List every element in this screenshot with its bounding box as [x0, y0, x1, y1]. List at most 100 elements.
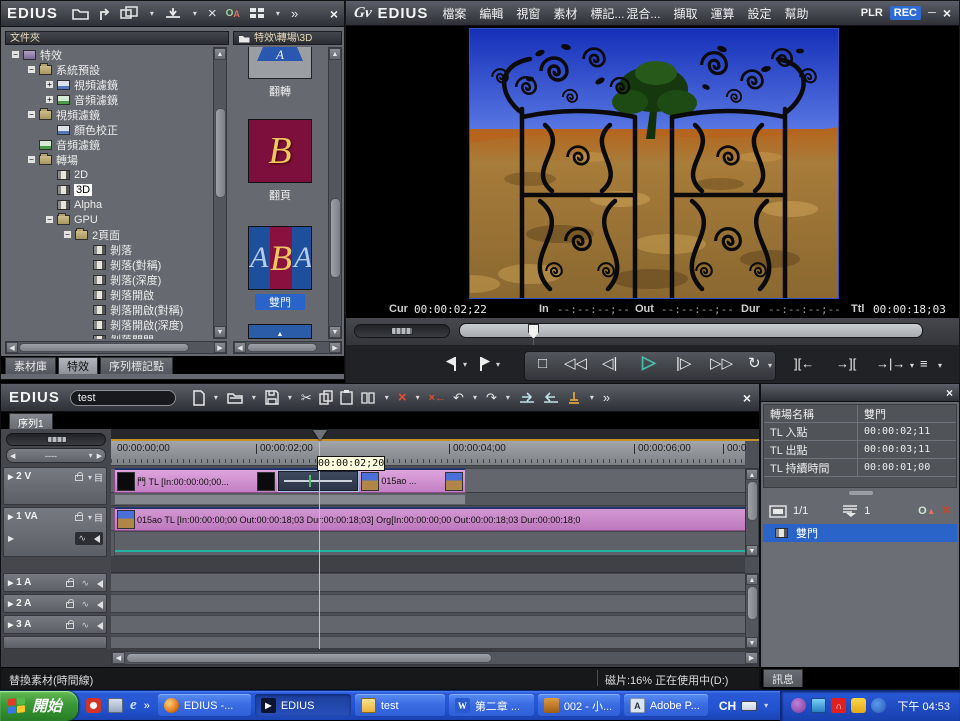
- position-marker[interactable]: [528, 324, 539, 339]
- delete-in-out-icon[interactable]: ×←: [429, 390, 446, 406]
- delete-icon[interactable]: ×: [398, 390, 407, 406]
- tab-effects[interactable]: 特效: [58, 357, 98, 374]
- waveform-icon[interactable]: ∿: [81, 620, 89, 631]
- shuttle-thumb[interactable]: [391, 327, 413, 335]
- scrollbar-thumb[interactable]: [330, 198, 341, 278]
- scroll-up-button[interactable]: ▲: [746, 574, 758, 585]
- scroll-left-button[interactable]: ◀: [234, 342, 246, 353]
- tree-item[interactable]: −視頻濾鏡: [5, 107, 213, 122]
- effect-thumb-flip[interactable]: A: [248, 47, 312, 79]
- waveform-icon[interactable]: ∿: [81, 578, 89, 589]
- quicklaunch-media-icon[interactable]: [86, 698, 101, 713]
- menu-capture[interactable]: 擷取: [673, 5, 697, 22]
- start-button[interactable]: 開始: [0, 691, 78, 721]
- export-button[interactable]: ≡: [920, 354, 928, 374]
- caret-icon[interactable]: ▾: [385, 393, 389, 402]
- duplicate-folder-icon[interactable]: [120, 6, 139, 21]
- caret-icon[interactable]: ▾: [910, 361, 914, 370]
- sync-icon[interactable]: ▾: [88, 473, 92, 482]
- tray-volume-icon[interactable]: [871, 698, 886, 713]
- view-grid-icon[interactable]: [249, 7, 265, 20]
- insert-mode-icon[interactable]: [519, 390, 536, 405]
- timeline-ruler[interactable]: 00:00:00;00 00:00:02;00 00:00:04;00 00:0…: [111, 441, 745, 466]
- caret-icon[interactable]: ▾: [938, 361, 942, 370]
- effect-label-pageturn[interactable]: 翻頁: [233, 187, 327, 203]
- open-project-icon[interactable]: [227, 390, 243, 405]
- track-header-partial[interactable]: [3, 636, 107, 649]
- speaker-icon[interactable]: [93, 601, 103, 609]
- effect-thumb-partial[interactable]: ▲: [248, 324, 312, 339]
- waveform-icon[interactable]: ∿: [81, 599, 89, 610]
- caret-icon[interactable]: ▾: [89, 451, 93, 460]
- project-name-input[interactable]: [70, 390, 176, 406]
- timeline-scale-select[interactable]: ◀ ---- ▾▶: [6, 448, 106, 463]
- tree-item[interactable]: 剝落(對稱): [5, 257, 213, 272]
- quicklaunch-desktop-icon[interactable]: [108, 698, 123, 713]
- caret-icon[interactable]: ▾: [214, 393, 218, 402]
- step-forward-button[interactable]: |▷: [676, 354, 691, 374]
- caret-icon[interactable]: ▾: [288, 393, 292, 402]
- task-adobe[interactable]: A Adobe P...: [624, 694, 708, 717]
- lane-partial[interactable]: [111, 636, 745, 649]
- tree-item[interactable]: +視頻濾鏡: [5, 77, 213, 92]
- waveform-icon[interactable]: ∿: [78, 533, 86, 544]
- caret-icon[interactable]: ▾: [463, 360, 467, 369]
- lane-1a[interactable]: [111, 573, 745, 592]
- task-image-viewer[interactable]: 002 - 小...: [538, 694, 620, 717]
- effect-thumb-pageturn[interactable]: B: [248, 119, 312, 183]
- tree-item[interactable]: −系統預設: [5, 62, 213, 77]
- tree-item[interactable]: −特效: [5, 47, 213, 62]
- effects-palette-titlebar[interactable]: EDIUS ▾ ▾ × OA ▾ » ×: [1, 1, 344, 27]
- right-icon[interactable]: ▶: [97, 452, 102, 460]
- tree-item[interactable]: 剝落(深度): [5, 272, 213, 287]
- tree-item[interactable]: Alpha: [5, 197, 213, 212]
- menu-view[interactable]: 視窗: [516, 5, 540, 22]
- caret-icon[interactable]: ▾: [473, 393, 477, 402]
- clip-1va-audio[interactable]: [114, 531, 756, 556]
- menu-render[interactable]: 運算: [710, 5, 734, 22]
- left-icon[interactable]: ◀: [10, 452, 15, 460]
- close-icon[interactable]: ×: [330, 7, 338, 21]
- more-tools-icon[interactable]: »: [291, 6, 298, 22]
- menu-clip[interactable]: 素材: [553, 5, 577, 22]
- caret-icon[interactable]: ▾: [193, 9, 197, 18]
- audio-vscrollbar[interactable]: ▲ ▼: [745, 573, 759, 649]
- clip-1va[interactable]: 015ao TL [In:00:00:00;00 Out:00:00:18;03…: [114, 507, 756, 531]
- overwrite-icon[interactable]: [165, 7, 182, 20]
- lock-icon[interactable]: [66, 623, 74, 629]
- quicklaunch-more-icon[interactable]: »: [144, 700, 150, 712]
- tree-item-selected[interactable]: 3D: [5, 182, 213, 197]
- track-header-2v[interactable]: ▶ 2 V ▾目: [3, 467, 107, 505]
- tree-item[interactable]: 剝落開啟(對稱): [5, 302, 213, 317]
- scroll-down-button[interactable]: ▼: [746, 637, 758, 648]
- ripple-icon[interactable]: [360, 391, 376, 405]
- tab-sequence-marker[interactable]: 序列標記點: [100, 357, 173, 374]
- tree-vscrollbar[interactable]: ▲ ▼: [213, 47, 227, 339]
- task-folder-test[interactable]: test: [355, 694, 445, 717]
- speaker-icon[interactable]: [93, 580, 103, 588]
- lock-icon[interactable]: [75, 515, 83, 521]
- scroll-down-button[interactable]: ▼: [329, 326, 341, 338]
- palette-resize-handle[interactable]: [849, 491, 873, 495]
- task-edius-active[interactable]: ▶ EDIUS: [255, 694, 351, 717]
- menu-mode[interactable]: 混合...: [626, 5, 660, 22]
- scroll-left-button[interactable]: ◀: [6, 342, 18, 353]
- caret-icon[interactable]: ▾: [590, 393, 594, 402]
- edit-out-button[interactable]: →][: [836, 354, 856, 374]
- open-folder-icon[interactable]: [72, 7, 89, 20]
- track-header-1va[interactable]: ▶ 1 VA ▾目 ▶ ∿: [3, 507, 107, 557]
- track-header-1a[interactable]: ▶ 1 A ∿: [3, 573, 107, 592]
- save-icon[interactable]: [265, 390, 279, 405]
- paste-icon[interactable]: [340, 390, 353, 405]
- tree-item[interactable]: 2D: [5, 167, 213, 182]
- lane-3a[interactable]: [111, 615, 745, 634]
- language-bar[interactable]: CH ▾: [712, 699, 777, 713]
- edit-split-button[interactable]: →|→: [876, 354, 905, 374]
- caret-icon[interactable]: ▾: [768, 361, 772, 370]
- timeline-zoom-slider[interactable]: [6, 433, 106, 446]
- sort-icon[interactable]: OA: [226, 8, 240, 19]
- stop-button[interactable]: □: [538, 354, 547, 374]
- speaker-icon[interactable]: [90, 535, 100, 543]
- thumbnail-view-icon[interactable]: 目: [94, 511, 103, 524]
- close-icon[interactable]: ×: [743, 391, 751, 405]
